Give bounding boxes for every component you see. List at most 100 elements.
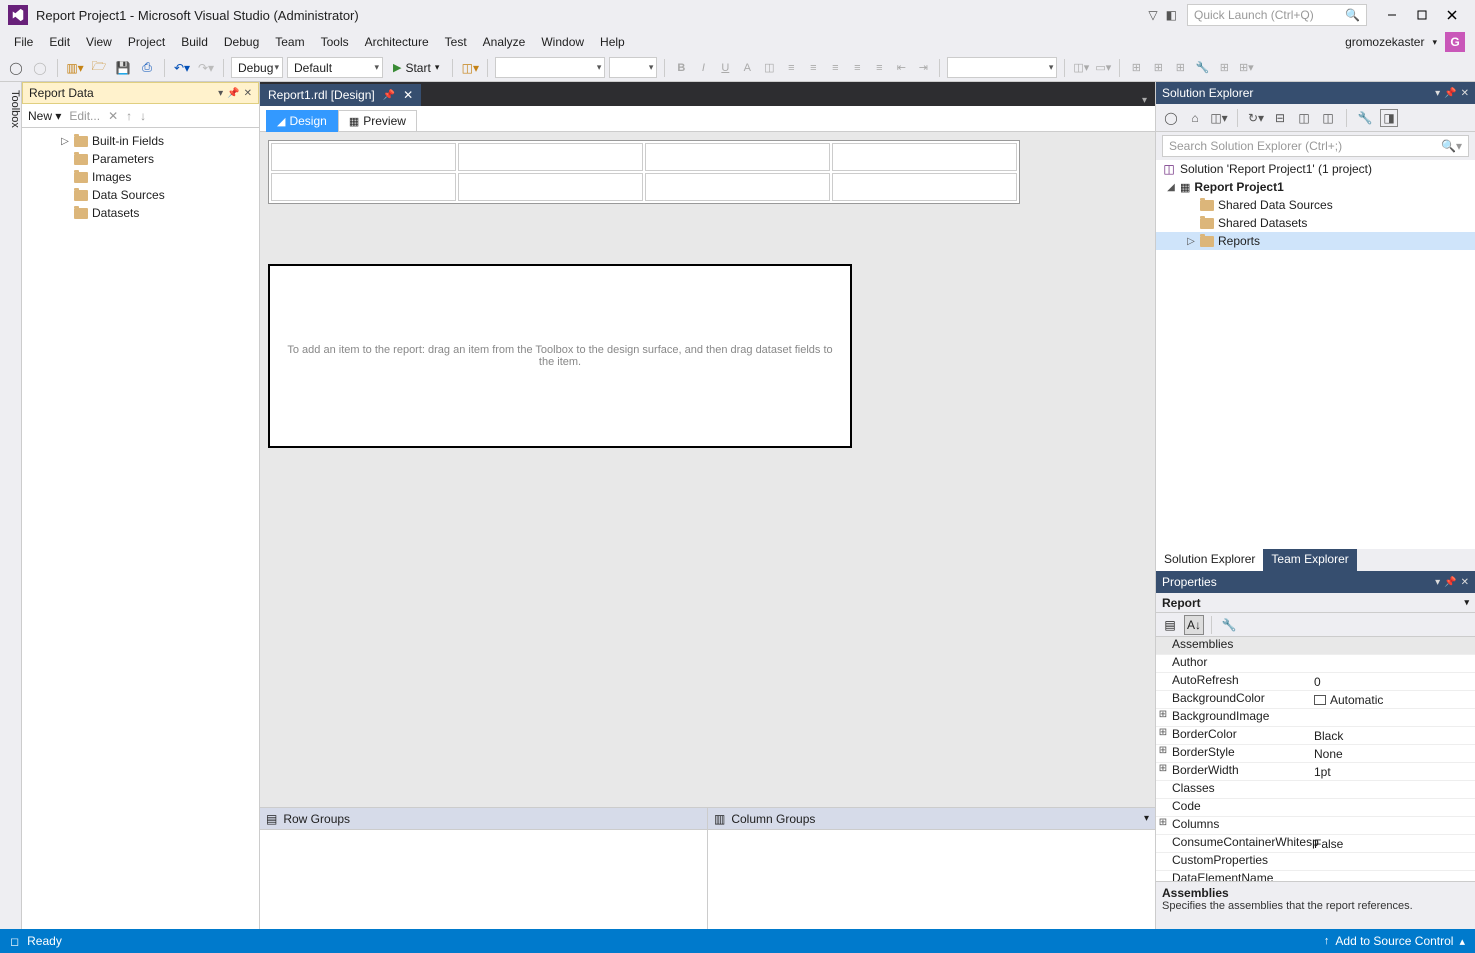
close-icon[interactable]: ✕	[244, 88, 252, 99]
expand-icon[interactable]: ▷	[1186, 236, 1196, 247]
quick-launch-input[interactable]: Quick Launch (Ctrl+Q) 🔍	[1187, 4, 1367, 26]
pin-icon[interactable]: 📌	[1444, 88, 1456, 99]
property-row[interactable]: ⊞BackgroundImage	[1156, 709, 1475, 727]
solution-explorer-header[interactable]: Solution Explorer ▾ 📌 ✕	[1156, 82, 1475, 104]
property-row[interactable]: Assemblies	[1156, 637, 1475, 655]
undo-button[interactable]: ↶▾	[172, 58, 192, 78]
project-node[interactable]: ◢ ▦ Report Project1	[1156, 178, 1475, 196]
close-icon[interactable]: ✕	[403, 88, 413, 102]
home-icon[interactable]: ◯	[1162, 109, 1180, 127]
expand-icon[interactable]	[1156, 691, 1170, 708]
menu-help[interactable]: Help	[592, 32, 633, 52]
border-style-button[interactable]: ▭▾	[1094, 59, 1112, 77]
layout-align-button[interactable]: ⊞	[1127, 59, 1145, 77]
property-row[interactable]: ConsumeContainerWhitespFalse	[1156, 835, 1475, 853]
categorized-button[interactable]: ▤	[1160, 615, 1180, 635]
font-color-button[interactable]: A	[738, 59, 756, 77]
user-avatar[interactable]: G	[1445, 32, 1465, 52]
layout-size-button[interactable]: ⊞	[1149, 59, 1167, 77]
home-icon[interactable]: ⌂	[1186, 109, 1204, 127]
se-node[interactable]: Shared Datasets	[1156, 214, 1475, 232]
menu-edit[interactable]: Edit	[41, 32, 78, 52]
panel-dropdown-icon[interactable]: ▾	[1435, 577, 1440, 588]
property-row[interactable]: CustomProperties	[1156, 853, 1475, 871]
report-data-item[interactable]: Images	[22, 168, 259, 186]
expand-icon[interactable]	[1156, 781, 1170, 798]
nav-fwd-button[interactable]: ◯	[30, 58, 50, 78]
align-right-button[interactable]: ≡	[826, 59, 844, 77]
report-data-item[interactable]: Data Sources	[22, 186, 259, 204]
expand-icon[interactable]: ▷	[60, 136, 70, 147]
font-family-dropdown[interactable]	[495, 57, 605, 78]
expand-icon[interactable]: ⊞	[1156, 817, 1170, 834]
open-file-button[interactable]: 🗁	[89, 58, 109, 78]
font-size-dropdown[interactable]	[609, 57, 657, 78]
pin-icon[interactable]: 📌	[383, 90, 395, 101]
menu-test[interactable]: Test	[437, 32, 475, 52]
report-body[interactable]: To add an item to the report: drag an it…	[268, 264, 852, 448]
show-all-icon[interactable]: ◫	[1295, 109, 1313, 127]
property-value[interactable]: Black	[1310, 727, 1475, 744]
property-row[interactable]: Author	[1156, 655, 1475, 673]
property-pages-button[interactable]: 🔧	[1219, 615, 1239, 635]
properties-grid[interactable]: AssembliesAuthorAutoRefresh0BackgroundCo…	[1156, 637, 1475, 881]
tab-dropdown-icon[interactable]: ▾	[1142, 95, 1155, 106]
property-row[interactable]: ⊞BorderColorBlack	[1156, 727, 1475, 745]
property-value[interactable]	[1310, 781, 1475, 798]
property-value[interactable]	[1310, 853, 1475, 870]
pin-icon[interactable]: 📌	[227, 88, 239, 99]
props-toggle-icon[interactable]: ◨	[1380, 109, 1398, 127]
expand-icon[interactable]: ⊞	[1156, 709, 1170, 726]
bold-button[interactable]: B	[672, 59, 690, 77]
tab-preview[interactable]: ▦ Preview	[338, 110, 417, 132]
pin-icon[interactable]: 📌	[1444, 577, 1456, 588]
expand-icon[interactable]	[1156, 871, 1170, 881]
properties-icon[interactable]: 🔧	[1356, 109, 1374, 127]
property-value[interactable]	[1310, 709, 1475, 726]
refresh-icon[interactable]: ↻▾	[1247, 109, 1265, 127]
menu-tools[interactable]: Tools	[313, 32, 357, 52]
expand-icon[interactable]: ⊞	[1156, 763, 1170, 780]
property-row[interactable]: ⊞BorderWidth1pt	[1156, 763, 1475, 781]
property-row[interactable]: ⊞Columns	[1156, 817, 1475, 835]
menu-build[interactable]: Build	[173, 32, 216, 52]
se-node[interactable]: Shared Data Sources	[1156, 196, 1475, 214]
collapse-icon[interactable]: ⊟	[1271, 109, 1289, 127]
minimize-button[interactable]	[1377, 4, 1407, 26]
property-value[interactable]	[1310, 871, 1475, 881]
tablix-header[interactable]	[268, 140, 1020, 204]
new-button[interactable]: New ▾	[28, 109, 61, 123]
list-bullet-button[interactable]: ≡	[848, 59, 866, 77]
property-value[interactable]: 1pt	[1310, 763, 1475, 780]
menu-team[interactable]: Team	[267, 32, 312, 52]
expand-icon[interactable]: ◢	[1166, 182, 1176, 193]
border-button[interactable]: ◫▾	[1072, 59, 1090, 77]
property-row[interactable]: DataElementName	[1156, 871, 1475, 881]
save-all-button[interactable]: ⎙	[137, 58, 157, 78]
flag-icon[interactable]: ▽	[1148, 8, 1157, 22]
close-icon[interactable]: ✕	[1461, 577, 1469, 588]
save-button[interactable]: 💾	[113, 58, 133, 78]
align-center-button[interactable]: ≡	[804, 59, 822, 77]
property-value[interactable]: False	[1310, 835, 1475, 852]
redo-button[interactable]: ↷▾	[196, 58, 216, 78]
layout-merge-button[interactable]: ⊞▾	[1237, 59, 1255, 77]
menu-debug[interactable]: Debug	[216, 32, 267, 52]
layout-space-button[interactable]: ⊞	[1171, 59, 1189, 77]
format-dropdown[interactable]	[947, 57, 1057, 78]
sync-icon[interactable]: ◫▾	[1210, 109, 1228, 127]
menu-file[interactable]: File	[6, 32, 41, 52]
design-surface[interactable]: To add an item to the report: drag an it…	[260, 132, 1155, 807]
outdent-button[interactable]: ⇤	[892, 59, 910, 77]
solution-explorer-tree[interactable]: ◫ Solution 'Report Project1' (1 project)…	[1156, 160, 1475, 549]
tab-team-explorer[interactable]: Team Explorer	[1263, 549, 1356, 571]
property-value[interactable]	[1310, 817, 1475, 834]
property-value[interactable]: None	[1310, 745, 1475, 762]
close-button[interactable]	[1437, 4, 1467, 26]
alphabetical-button[interactable]: A↓	[1184, 615, 1204, 635]
groups-menu-icon[interactable]: ▾	[1144, 813, 1149, 824]
property-value[interactable]	[1310, 637, 1475, 654]
tab-solution-explorer[interactable]: Solution Explorer	[1156, 549, 1263, 571]
expand-icon[interactable]	[1156, 637, 1170, 654]
expand-icon[interactable]: ⊞	[1156, 745, 1170, 762]
